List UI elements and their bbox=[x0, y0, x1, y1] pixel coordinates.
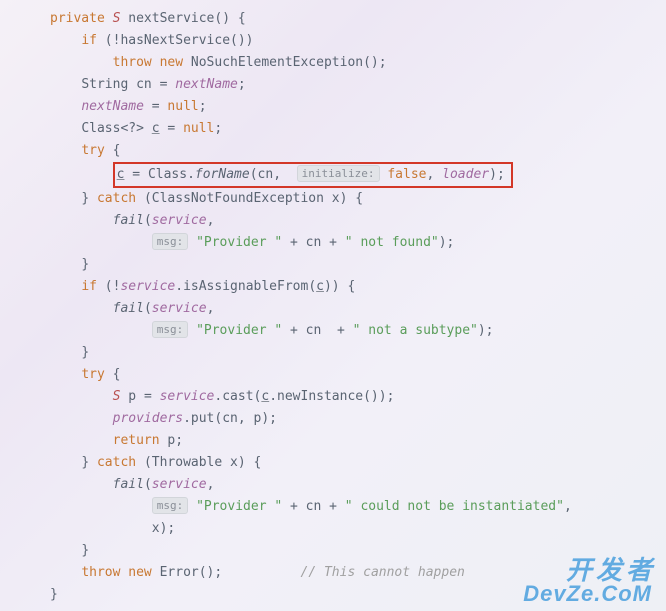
code-line: providers.put(cn, p); bbox=[50, 408, 666, 430]
code-line: S p = service.cast(c.newInstance()); bbox=[50, 386, 666, 408]
code-line: msg: "Provider " + cn + " not found"); bbox=[50, 232, 666, 254]
code-line-highlighted: c = Class.forName(cn, initialize: false,… bbox=[50, 162, 666, 188]
code-line: String cn = nextName; bbox=[50, 74, 666, 96]
code-line: } bbox=[50, 342, 666, 364]
highlight-box: c = Class.forName(cn, initialize: false,… bbox=[113, 162, 513, 188]
code-line: msg: "Provider " + cn + " not a subtype"… bbox=[50, 320, 666, 342]
param-hint: initialize: bbox=[297, 165, 380, 182]
method-name: nextService bbox=[128, 11, 214, 26]
code-line: msg: "Provider " + cn + " could not be i… bbox=[50, 496, 666, 518]
code-line: fail(service, bbox=[50, 298, 666, 320]
code-line: x); bbox=[50, 518, 666, 540]
code-line: try { bbox=[50, 140, 666, 162]
comment: // This cannot happen bbox=[301, 565, 465, 580]
code-block: private S nextService() { if (!hasNextSe… bbox=[50, 8, 666, 606]
code-line: } catch (ClassNotFoundException x) { bbox=[50, 188, 666, 210]
param-hint: msg: bbox=[152, 497, 189, 514]
code-line: } catch (Throwable x) { bbox=[50, 452, 666, 474]
code-line: return p; bbox=[50, 430, 666, 452]
code-line: private S nextService() { bbox=[50, 8, 666, 30]
param-hint: msg: bbox=[152, 321, 189, 338]
watermark-cn: 开发者 bbox=[566, 559, 656, 581]
code-line: throw new NoSuchElementException(); bbox=[50, 52, 666, 74]
watermark-en: DevZe.CoM bbox=[523, 583, 652, 605]
code-line: Class<?> c = null; bbox=[50, 118, 666, 140]
code-line: nextName = null; bbox=[50, 96, 666, 118]
code-line: } bbox=[50, 254, 666, 276]
code-line: fail(service, bbox=[50, 474, 666, 496]
code-line: try { bbox=[50, 364, 666, 386]
param-hint: msg: bbox=[152, 233, 189, 250]
code-line: if (!service.isAssignableFrom(c)) { bbox=[50, 276, 666, 298]
code-line: fail(service, bbox=[50, 210, 666, 232]
code-line: if (!hasNextService()) bbox=[50, 30, 666, 52]
kw-private: private bbox=[50, 11, 105, 26]
return-type: S bbox=[113, 11, 121, 26]
